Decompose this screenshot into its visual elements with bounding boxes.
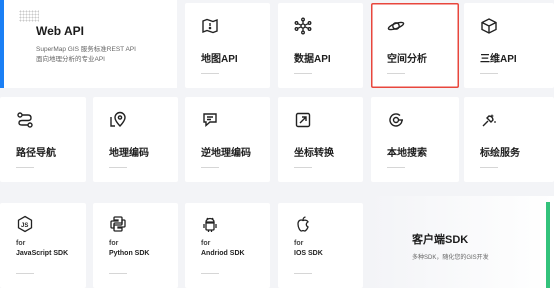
client-sdk-description: 多种SDK，随化您的GIS开发 [412, 255, 489, 261]
tile-label: 逆地理编码 [201, 148, 251, 159]
tile-label: 数据API [294, 54, 331, 65]
hero-desc-line-1: SuperMap GIS 服务标准REST API [36, 46, 136, 53]
sdk-for-label: for [201, 240, 211, 247]
hero-accent-bar [0, 0, 4, 88]
tile-underline [201, 167, 219, 168]
tile-android-sdk[interactable]: for Andriod SDK [185, 203, 270, 288]
tile-local-search[interactable]: 本地搜索 [371, 97, 459, 182]
orbit-icon [387, 17, 405, 35]
tile-underline [16, 273, 34, 274]
tile-reverse-geocoding[interactable]: 逆地理编码 [185, 97, 270, 182]
tile-ios-sdk[interactable]: for IOS SDK [278, 203, 363, 288]
hero-desc-line-2: 面向地理分析的专业API [36, 56, 105, 63]
map-icon [201, 17, 219, 35]
tile-label: 标绘服务 [480, 148, 520, 159]
tile-underline [480, 73, 498, 74]
tile-underline [16, 167, 34, 168]
location-pin-icon [109, 111, 127, 129]
reverse-geocode-icon [201, 111, 219, 129]
apple-icon [294, 215, 312, 233]
python-icon [109, 215, 127, 233]
route-icon [16, 111, 34, 129]
tile-underline [387, 73, 405, 74]
tile-javascript-sdk[interactable]: JS for JavaScript SDK [0, 203, 86, 288]
tile-geocoding[interactable]: 地理编码 [93, 97, 178, 182]
tile-python-sdk[interactable]: for Python SDK [93, 203, 178, 288]
local-search-icon [387, 111, 405, 129]
tile-underline [201, 73, 219, 74]
tile-data-api[interactable]: 数据API [278, 3, 363, 88]
android-icon [201, 215, 219, 233]
tile-route-navigation[interactable]: 路径导航 [0, 97, 86, 182]
web-api-hero-card: Web API SuperMap GIS 服务标准REST API 面向地理分析… [0, 0, 177, 88]
cube-icon [480, 17, 498, 35]
data-network-icon [294, 17, 312, 35]
svg-text:JS: JS [21, 223, 28, 229]
tile-underline [387, 167, 405, 168]
sdk-name: Python SDK [109, 250, 150, 257]
sdk-for-label: for [109, 240, 119, 247]
client-sdk-title: 客户端SDK [412, 234, 469, 246]
hero-title: Web API [36, 24, 85, 38]
tile-underline [480, 167, 498, 168]
sdk-name: Andriod SDK [201, 250, 245, 257]
sdk-for-label: for [294, 240, 304, 247]
tile-plot-service[interactable]: 标绘服务 [464, 97, 554, 182]
tile-3d-api[interactable]: 三维API [464, 3, 554, 88]
tile-underline [294, 273, 312, 274]
plot-icon [480, 111, 498, 129]
sdk-for-label: for [16, 240, 26, 247]
tile-label: 地理编码 [109, 148, 149, 159]
tile-map-api[interactable]: 地图API [185, 3, 270, 88]
tile-spatial-analysis[interactable]: 空间分析 [371, 3, 459, 88]
tile-label: 三维API [480, 54, 517, 65]
sdk-name: IOS SDK [294, 250, 323, 257]
tile-label: 地图API [201, 54, 238, 65]
javascript-icon: JS [16, 215, 34, 233]
hero-dot-pattern [19, 10, 39, 22]
hero-description: SuperMap GIS 服务标准REST API 面向地理分析的专业API [36, 45, 136, 65]
tile-underline [294, 73, 312, 74]
tile-underline [294, 167, 312, 168]
client-sdk-panel: 客户端SDK 多种SDK，随化您的GIS开发 [370, 196, 554, 288]
tile-coordinate-transform[interactable]: 坐标转换 [278, 97, 363, 182]
tile-label: 本地搜索 [387, 148, 427, 159]
tile-underline [109, 273, 127, 274]
tile-label: 坐标转换 [294, 148, 334, 159]
sdk-name: JavaScript SDK [16, 250, 69, 257]
coordinate-transform-icon [294, 111, 312, 129]
tile-underline [201, 273, 219, 274]
tile-underline [109, 167, 127, 168]
tile-label: 空间分析 [387, 54, 427, 65]
client-accent-bar [546, 202, 550, 288]
tile-label: 路径导航 [16, 148, 56, 159]
